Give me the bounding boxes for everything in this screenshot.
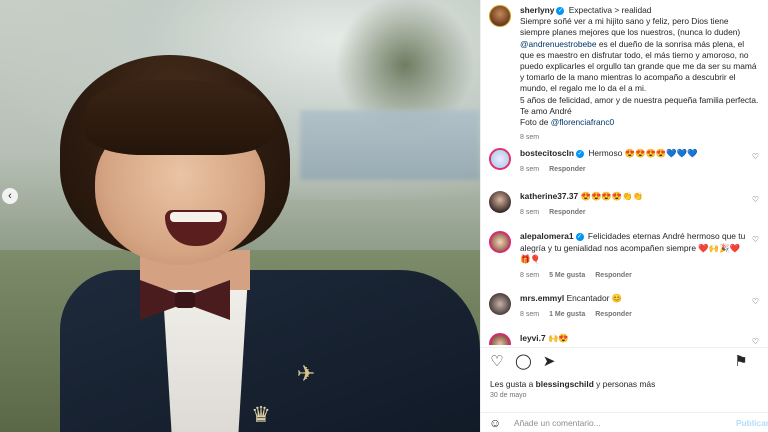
comment-text: Hermoso 😍😍😍😍💙💙💙 [588,148,698,158]
reply-button[interactable]: Responder [595,311,632,318]
post-actions: ♡ ◯ ➤ ⚑ Les gusta a blessingschild y per… [481,347,768,432]
post-caption: sherlyny ✓ Expectativa > realidad Siempre… [481,0,768,143]
comment-username[interactable]: katherine37.37 [520,191,578,201]
comment-username[interactable]: leyvi.7 [520,333,546,343]
comment-username[interactable]: mrs.emmyl [520,293,564,303]
heart-icon[interactable]: ♡ [489,354,505,370]
comment-item: mrs.emmyl Encantador 😊 8 sem 1 Me gusta Re… [489,293,759,320]
boy-teeth [170,212,222,222]
comment-input[interactable]: Añade un comentario... [514,418,736,428]
comment-username[interactable]: alepalomera1 [520,231,574,241]
reply-button[interactable]: Responder [549,166,586,173]
comment-likes[interactable]: 1 Me gusta [549,311,585,318]
post-sidebar: sherlyny ✓ Expectativa > realidad Siempre… [480,0,768,432]
publish-button[interactable]: Publicar [736,418,768,428]
likes-summary[interactable]: Les gusta a blessingschild y personas má… [490,379,655,389]
avatar[interactable] [489,231,511,253]
likes-user[interactable]: blessingschild [536,379,594,389]
comment-time: 8 sem [520,271,540,279]
verified-icon: ✓ [575,232,584,241]
share-icon[interactable]: ➤ [541,354,557,370]
heart-icon[interactable]: ♡ [752,235,759,244]
caption-username[interactable]: sherlyny [520,5,554,15]
comment-text: Encantador 😊 [566,293,623,303]
heart-icon[interactable]: ♡ [752,152,759,161]
comment-text: 😍😍😍😍👏👏 [580,191,644,201]
avatar[interactable] [489,191,511,213]
photographer-link[interactable]: @florenciafranc0 [551,117,614,127]
avatar[interactable] [489,148,511,170]
comment-text: 🙌😍 [547,333,569,343]
heart-icon[interactable]: ♡ [752,297,759,306]
likes-prefix: Les gusta a [490,379,536,389]
post-photo[interactable]: ✈ ♛ ‹ [0,0,480,432]
caption-photo-credit: Foto de [520,117,551,128]
airplane-pin-icon: ✈ [296,361,316,386]
boy-bangs [85,80,275,155]
caption-time: 8 sem [520,134,540,142]
caption-line-4: Te amo André [520,105,572,116]
comments-scroll[interactable]: sherlyny ✓ Expectativa > realidad Siempre… [481,0,768,345]
heart-icon[interactable]: ♡ [752,337,759,345]
verified-icon: ✓ [575,149,584,158]
comment-item: leyvi.7 🙌😍 ♡ [489,333,759,345]
avatar[interactable] [489,293,511,315]
reply-button[interactable]: Responder [549,209,586,216]
comment-time: 8 sem [520,208,540,216]
add-comment-bar: ☺ Añade un comentario... Publicar [481,412,768,432]
comment-item: alepalomera1 ✓ Felicidades eternas André … [489,231,759,281]
comment-likes[interactable]: 5 Me gusta [549,272,585,279]
emoji-icon[interactable]: ☺ [489,416,505,430]
comment-icon[interactable]: ◯ [515,354,532,370]
avatar[interactable] [489,333,511,345]
post-date: 30 de mayo [490,392,527,399]
bookmark-icon[interactable]: ⚑ [733,354,749,370]
background-water [300,110,480,180]
chevron-left-icon[interactable]: ‹ [2,188,18,204]
bow-tie [140,280,230,320]
avatar[interactable] [489,5,511,27]
heart-icon[interactable]: ♡ [752,195,759,204]
caption-line-1: Siempre soñé ver a mi hijito sano y feli… [520,16,741,38]
crown-pin-icon: ♛ [251,402,271,427]
likes-suffix: y personas más [593,379,656,389]
caption-line-3: 5 años de felicidad, amor y de nuestra p… [520,94,759,105]
comment-item: katherine37.37 😍😍😍😍👏👏 8 sem Responder ♡ [489,191,759,218]
reply-button[interactable]: Responder [595,272,632,279]
verified-icon: ✓ [556,6,565,15]
comment-time: 8 sem [520,165,540,173]
comment-time: 8 sem [520,310,540,318]
comment-username[interactable]: bostecitoscln [520,148,574,158]
comment-item: bostecitoscln ✓ Hermoso 😍😍😍😍💙💙💙 8 sem Resp… [489,148,759,175]
mention-link[interactable]: @andrenuestrobebe [520,39,597,49]
caption-title: Expectativa > realidad [568,5,652,15]
